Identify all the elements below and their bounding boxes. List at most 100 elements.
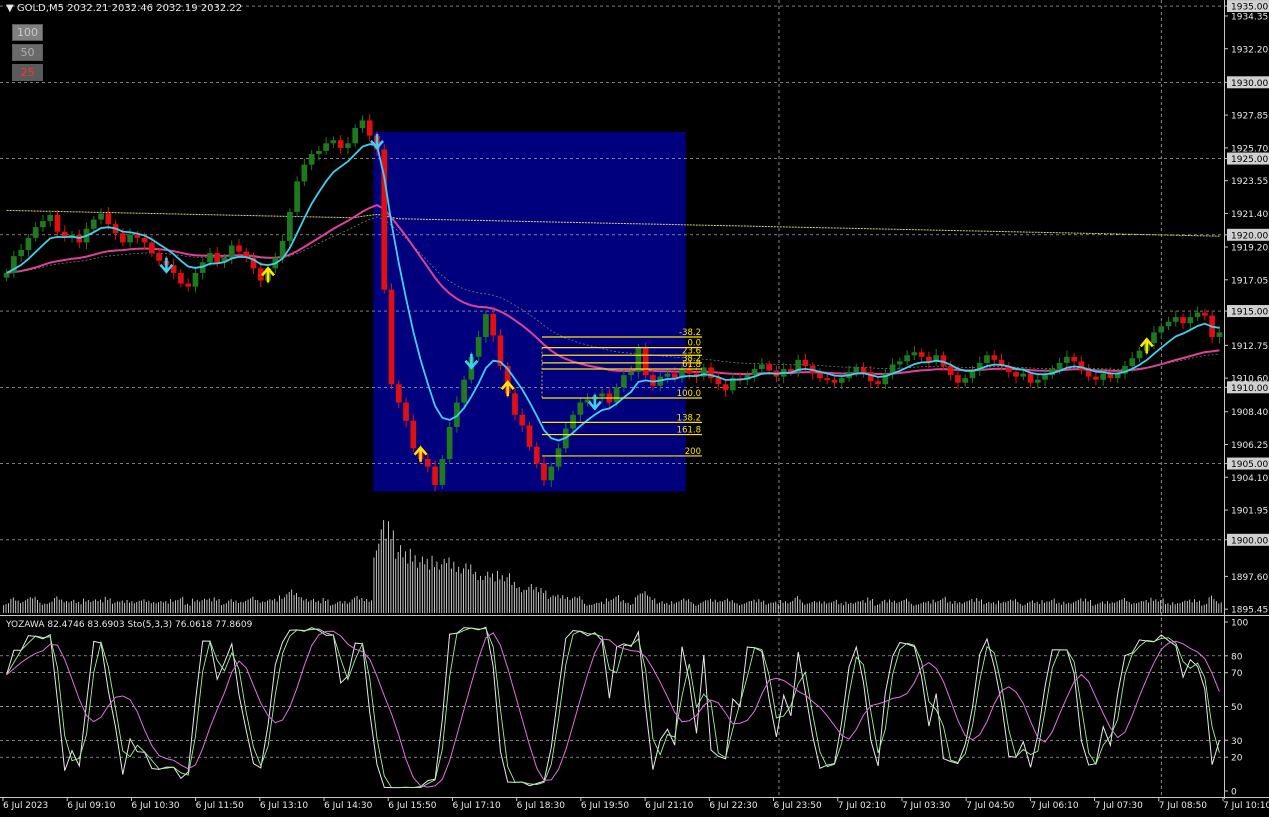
price-bar-body — [301, 164, 308, 182]
price-bar-body — [533, 446, 540, 464]
time-tick-label: 7 Jul 06:10 — [1030, 801, 1079, 811]
price-bar-body — [1042, 375, 1048, 380]
price-bar-body — [25, 237, 32, 251]
price-bar-body — [526, 425, 533, 447]
price-bar-body — [1129, 358, 1136, 366]
symbol-label: GOLD,M5 — [16, 3, 64, 14]
price-tick-label: 1927.85 — [1231, 112, 1268, 122]
price-bar-body — [359, 120, 366, 129]
price-bar-body — [345, 143, 351, 148]
price-bar-body — [824, 378, 831, 381]
price-bar-body — [1216, 332, 1223, 337]
price-tick-label: 1934.35 — [1231, 12, 1268, 22]
price-tick-label: 1925.00 — [1231, 155, 1268, 165]
price-bar-body — [1202, 312, 1208, 316]
price-tick-label: 1935.00 — [1231, 3, 1268, 13]
price-bar-body — [54, 214, 61, 232]
price-bar-body — [127, 234, 133, 243]
fib-level-label: 200 — [685, 447, 701, 457]
button-25[interactable]: 25 — [12, 64, 43, 81]
price-tick-label: 1912.75 — [1231, 342, 1268, 352]
price-bar-body — [991, 355, 998, 360]
price-bar-body — [32, 227, 39, 238]
osc-tick-label: 100 — [1231, 619, 1248, 629]
price-bar-body — [403, 402, 409, 421]
price-bar-body — [90, 219, 97, 229]
price-bar-body — [1165, 321, 1172, 327]
price-bar-body — [817, 373, 823, 379]
price-bar-body — [1172, 317, 1179, 322]
price-bar-body — [759, 364, 765, 369]
button-50[interactable]: 50 — [12, 44, 43, 61]
price-tick-label: 1919.20 — [1231, 244, 1268, 254]
price-bar-body — [1034, 379, 1041, 383]
price-bar-body — [178, 272, 184, 284]
price-tick-label: 1905.00 — [1231, 460, 1268, 470]
price-bar-body — [1056, 362, 1063, 369]
price-bar-body — [395, 384, 402, 403]
price-bar-body — [904, 355, 910, 362]
dropdown-triangle-icon[interactable]: ▼ — [6, 3, 14, 14]
price-bar-body — [642, 347, 649, 376]
time-tick-label: 6 Jul 09:10 — [67, 801, 116, 811]
price-bar-body — [947, 365, 954, 376]
price-bar-body — [1100, 373, 1107, 380]
price-bar-body — [831, 379, 838, 383]
price-bar-body — [40, 221, 46, 228]
fib-level-label: 61.8 — [682, 360, 701, 370]
osc-tick-label: 30 — [1231, 737, 1243, 747]
price-tick-label: 1917.05 — [1231, 276, 1268, 286]
price-bar-body — [875, 381, 881, 385]
time-tick-label: 7 Jul 03:30 — [902, 801, 951, 811]
price-bar-body — [3, 272, 10, 278]
price-tick-label: 1901.95 — [1231, 507, 1268, 517]
price-bar-body — [185, 283, 192, 287]
price-bar-body — [1136, 350, 1143, 359]
price-chart[interactable]: -38.20.023.638.261.8100.0138.2161.8200 1… — [0, 0, 1269, 813]
price-bar-body — [490, 314, 497, 336]
fib-level-label: 100.0 — [677, 389, 701, 399]
price-bar-body — [984, 355, 990, 363]
price-bar-body — [156, 253, 162, 261]
price-bar-body — [1151, 332, 1157, 344]
price-bar-body — [475, 336, 482, 357]
chart-header: ▼ GOLD,M5 2032.21 2032.46 2032.19 2032.2… — [6, 3, 242, 14]
price-bar-body — [512, 393, 518, 415]
price-bar-body — [1158, 326, 1165, 333]
time-tick-label: 6 Jul 11:50 — [196, 801, 245, 811]
price-bar-body — [287, 211, 293, 241]
time-tick-label: 6 Jul 18:30 — [517, 801, 566, 811]
time-tick-label: 6 Jul 2023 — [3, 801, 48, 811]
button-100[interactable]: 100 — [12, 24, 43, 41]
time-tick-label: 6 Jul 17:10 — [452, 801, 501, 811]
price-bar-body — [483, 314, 489, 337]
price-bar-body — [548, 466, 555, 481]
price-bar-body — [838, 378, 845, 383]
price-bar-body — [926, 356, 932, 362]
time-tick-label: 7 Jul 07:30 — [1095, 801, 1144, 811]
price-bar-body — [439, 458, 446, 485]
price-bar-body — [664, 373, 671, 377]
price-bar-body — [432, 466, 438, 485]
time-tick-label: 6 Jul 19:50 — [581, 801, 630, 811]
price-bar-body — [1085, 370, 1092, 377]
price-bar-body — [570, 414, 576, 429]
price-bar-body — [1093, 376, 1099, 380]
price-bar-body — [119, 233, 126, 243]
time-tick-label: 6 Jul 22:30 — [709, 801, 758, 811]
price-bar-body — [308, 153, 315, 165]
time-tick-label: 6 Jul 14:30 — [324, 801, 373, 811]
price-tick-label: 1930.00 — [1231, 79, 1268, 89]
price-bar-body — [192, 272, 199, 287]
price-bar-body — [1194, 312, 1201, 318]
price-tick-label: 1920.00 — [1231, 231, 1268, 241]
osc-tick-label: 80 — [1231, 652, 1243, 662]
price-bar-body — [141, 237, 148, 243]
price-bar-body — [1180, 317, 1186, 324]
price-tick-label: 1900.00 — [1231, 536, 1268, 546]
time-tick-label: 6 Jul 23:50 — [774, 801, 823, 811]
price-bar-body — [599, 393, 605, 397]
price-bar-body — [621, 375, 627, 388]
price-bar-body — [860, 367, 867, 373]
price-bar-body — [214, 253, 221, 263]
